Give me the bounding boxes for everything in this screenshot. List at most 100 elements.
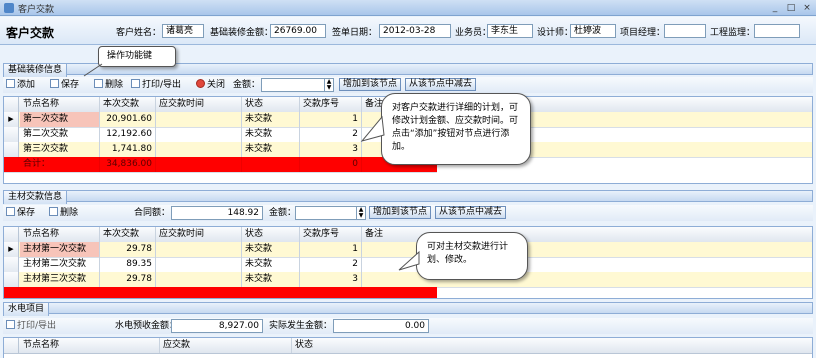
col-status[interactable]: 状态 — [242, 97, 300, 112]
material-delete-button[interactable]: 删除 — [49, 207, 78, 219]
cell-node-name[interactable]: 主材第一次交款 — [20, 242, 100, 257]
utility-section-header: 水电项目 — [3, 302, 813, 316]
table-row[interactable]: 主材第三次交款 29.78 未交款 3 — [4, 272, 812, 288]
material-section-tab[interactable]: 主材交款信息 — [3, 190, 68, 204]
save-button[interactable]: 保存 — [50, 79, 79, 91]
col-seq[interactable]: 交款序号 — [300, 97, 362, 112]
cell-due-time[interactable] — [156, 127, 242, 142]
minimize-button[interactable]: _ — [770, 3, 780, 13]
supervisor-field[interactable] — [754, 24, 800, 38]
material-toolbar: 保存 删除 合同额： 148.92 金额： ▲ ▼ 增加到该节点 从该节点中减去 — [3, 205, 813, 221]
cell-amount[interactable]: 20,901.60 — [100, 112, 156, 127]
cell-amount[interactable]: 1,741.80 — [100, 142, 156, 157]
cell-seq[interactable]: 1 — [300, 242, 362, 257]
material-save-button[interactable]: 保存 — [6, 207, 35, 219]
cell-seq[interactable]: 3 — [300, 142, 362, 157]
add-icon — [6, 79, 15, 88]
printer-icon — [6, 320, 15, 329]
total-row: 合计： 34,836.00 0 — [4, 157, 437, 173]
material-tip-pointer — [398, 250, 420, 271]
salesperson-field[interactable]: 李东生 — [487, 24, 533, 38]
cell-seq[interactable]: 2 — [300, 127, 362, 142]
col-node-name[interactable]: 节点名称 — [20, 338, 160, 353]
material-amount-spinner[interactable]: ▲ ▼ — [356, 206, 366, 220]
cell-node-name[interactable]: 主材第二次交款 — [20, 257, 100, 272]
row-indicator-header — [4, 227, 19, 242]
utility-budget-field[interactable]: 8,927.00 — [171, 319, 263, 333]
cell-status[interactable]: 未交款 — [242, 112, 300, 127]
cell-amount[interactable]: 89.35 — [100, 257, 156, 272]
cell-node-name[interactable]: 主材第三次交款 — [20, 272, 100, 287]
printer-icon — [131, 79, 140, 88]
col-node-name[interactable]: 节点名称 — [20, 97, 100, 112]
col-payable[interactable]: 应交款 — [160, 338, 292, 353]
add-button[interactable]: 添加 — [6, 79, 35, 91]
sign-date-field[interactable]: 2012-03-28 — [379, 24, 451, 38]
add-to-node-button[interactable]: 增加到该节点 — [339, 78, 402, 91]
contract-amount-field[interactable]: 148.92 — [171, 206, 263, 220]
basic-section-tab[interactable]: 基础装修信息 — [3, 63, 68, 77]
col-node-name[interactable]: 节点名称 — [20, 227, 100, 242]
basic-tip-pointer — [360, 115, 385, 142]
delete-icon — [94, 79, 103, 88]
utility-print-button[interactable]: 打印/导出 — [6, 320, 56, 332]
col-status[interactable]: 状态 — [242, 227, 300, 242]
cell-node-name[interactable]: 第三次交款 — [20, 142, 100, 157]
amount-input[interactable] — [261, 78, 325, 92]
cell-amount[interactable]: 29.78 — [100, 272, 156, 287]
row-indicator — [4, 142, 19, 157]
current-row-indicator: ▶ — [4, 242, 19, 257]
save-icon — [6, 207, 15, 216]
col-status[interactable]: 状态 — [292, 338, 812, 353]
total-amount: 34,836.00 — [100, 157, 156, 172]
utility-toolbar: 打印/导出 水电预收金额： 8,927.00 实际发生金额： 0.00 — [3, 318, 813, 334]
material-add-to-node-button[interactable]: 增加到该节点 — [369, 206, 432, 219]
delete-button[interactable]: 删除 — [94, 79, 123, 91]
cell-status[interactable]: 未交款 — [242, 127, 300, 142]
cell-amount[interactable]: 12,192.60 — [100, 127, 156, 142]
print-export-button[interactable]: 打印/导出 — [131, 79, 181, 91]
cell-status[interactable]: 未交款 — [242, 257, 300, 272]
cell-due-time[interactable] — [156, 142, 242, 157]
cell-due-time[interactable] — [156, 242, 242, 257]
total-label: 合计： — [20, 157, 100, 172]
maximize-button[interactable]: □ — [786, 3, 796, 13]
material-amount-input[interactable] — [295, 206, 357, 220]
basic-amount-field[interactable]: 26769.00 — [270, 24, 326, 38]
col-amount[interactable]: 本次交款 — [100, 227, 156, 242]
col-seq[interactable]: 交款序号 — [300, 227, 362, 242]
cell-status[interactable]: 未交款 — [242, 242, 300, 257]
cell-node-name[interactable]: 第一次交款 — [20, 112, 100, 127]
col-due-time[interactable]: 应交款时间 — [156, 227, 242, 242]
project-manager-field[interactable] — [664, 24, 706, 38]
cell-seq[interactable]: 3 — [300, 272, 362, 287]
cell-node-name[interactable]: 第二次交款 — [20, 127, 100, 142]
cell-seq[interactable]: 1 — [300, 112, 362, 127]
close-button[interactable]: 关闭 — [196, 79, 225, 91]
utility-grid: 节点名称 应交款 状态 — [3, 337, 813, 358]
col-due-time[interactable]: 应交款时间 — [156, 97, 242, 112]
customer-name-field[interactable]: 诸葛亮 — [162, 24, 204, 38]
sales-label: 业务员： — [455, 28, 492, 38]
material-subtract-from-node-button[interactable]: 从该节点中减去 — [435, 206, 507, 219]
total-seq: 0 — [300, 157, 362, 172]
row-indicator — [4, 157, 19, 172]
cell-due-time[interactable] — [156, 257, 242, 272]
cell-due-time[interactable] — [156, 272, 242, 287]
total-row — [4, 287, 437, 298]
row-indicator — [4, 272, 19, 287]
cell-amount[interactable]: 29.78 — [100, 242, 156, 257]
designer-field[interactable]: 杜婷波 — [570, 24, 616, 38]
col-amount[interactable]: 本次交款 — [100, 97, 156, 112]
page-title: 客户交款 — [6, 26, 55, 40]
subtract-from-node-button[interactable]: 从该节点中减去 — [405, 78, 477, 91]
close-window-button[interactable]: × — [802, 3, 812, 13]
utility-section-tab[interactable]: 水电项目 — [3, 302, 50, 316]
cell-seq[interactable]: 2 — [300, 257, 362, 272]
supervisor-label: 工程监理： — [710, 28, 756, 38]
cell-due-time[interactable] — [156, 112, 242, 127]
utility-actual-field[interactable]: 0.00 — [333, 319, 429, 333]
cell-status[interactable]: 未交款 — [242, 142, 300, 157]
cell-status[interactable]: 未交款 — [242, 272, 300, 287]
amount-spinner[interactable]: ▲ ▼ — [324, 78, 334, 92]
